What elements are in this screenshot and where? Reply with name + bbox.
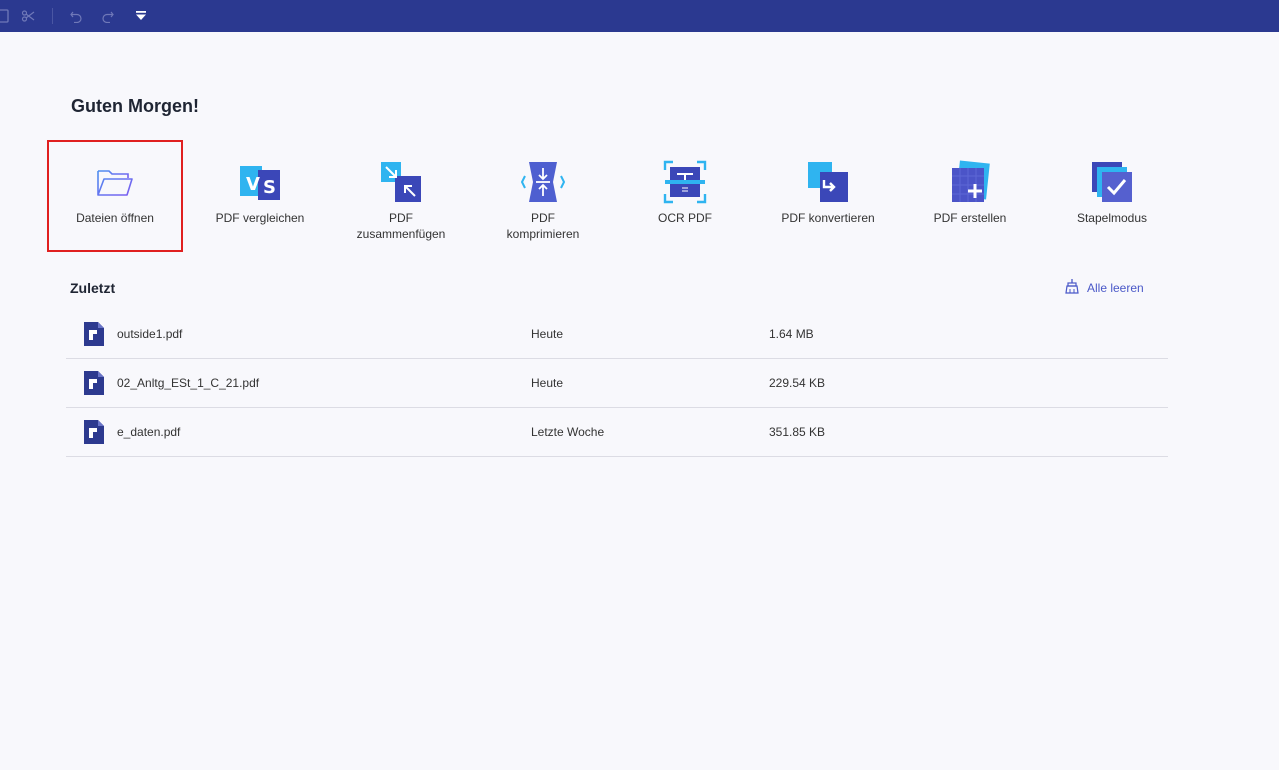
compare-pdf-label: PDF vergleichen [215, 211, 305, 225]
ocr-pdf-button[interactable]: OCR PDF [617, 140, 753, 252]
undo-icon[interactable] [68, 8, 84, 24]
top-toolbar [0, 0, 1279, 32]
open-files-label: Dateien öffnen [76, 211, 154, 225]
convert-pdf-label: PDF konvertieren [781, 211, 875, 225]
compress-icon [521, 160, 565, 204]
table-row[interactable]: 02_Anltg_ESt_1_C_21.pdf Heute 229.54 KB [66, 359, 1168, 408]
pdf-file-icon [84, 371, 104, 400]
table-row[interactable]: e_daten.pdf Letzte Woche 351.85 KB [66, 408, 1168, 457]
broom-icon [1064, 278, 1080, 297]
svg-text:V: V [246, 174, 260, 195]
save-icon[interactable] [0, 8, 10, 24]
batch-stack-icon [1090, 160, 1134, 204]
clear-all-label: Alle leeren [1087, 280, 1144, 295]
compress-pdf-button[interactable]: PDF komprimieren [475, 140, 611, 252]
ocr-scan-icon [663, 160, 707, 204]
compare-vs-icon: V S [238, 160, 282, 204]
batch-mode-button[interactable]: Stapelmodus [1044, 140, 1180, 252]
merge-pdf-button[interactable]: PDF zusammenfügen [333, 140, 469, 252]
file-size: 1.64 MB [769, 327, 814, 341]
compress-pdf-label: PDF komprimieren [506, 211, 580, 241]
ocr-pdf-label: OCR PDF [658, 211, 712, 225]
folder-open-icon [93, 160, 137, 204]
scissors-icon[interactable] [20, 8, 36, 24]
create-pdf-label: PDF erstellen [933, 211, 1007, 225]
file-name: outside1.pdf [117, 327, 183, 341]
create-plus-icon [948, 160, 992, 204]
convert-icon [806, 160, 850, 204]
quick-access-dropdown-icon[interactable] [133, 8, 149, 24]
pdf-file-icon [84, 420, 104, 449]
file-size: 351.85 KB [769, 425, 826, 439]
compare-pdf-button[interactable]: V S PDF vergleichen [192, 140, 328, 252]
file-name: e_daten.pdf [117, 425, 181, 439]
file-date: Heute [531, 376, 564, 390]
file-date: Letzte Woche [531, 425, 605, 439]
open-files-button[interactable]: Dateien öffnen [47, 140, 183, 252]
table-row[interactable]: outside1.pdf Heute 1.64 MB [66, 310, 1168, 359]
toolbar-separator [52, 8, 53, 24]
file-date: Heute [531, 327, 564, 341]
merge-icon [379, 160, 423, 204]
svg-text:S: S [263, 177, 276, 198]
batch-mode-label: Stapelmodus [1076, 211, 1148, 225]
merge-pdf-label: PDF zusammenfügen [356, 211, 446, 241]
redo-icon[interactable] [100, 8, 116, 24]
recent-files-list: outside1.pdf Heute 1.64 MB 02_Anltg_ESt_… [66, 310, 1168, 457]
greeting-title: Guten Morgen! [71, 96, 199, 116]
clear-all-button[interactable]: Alle leeren [1064, 278, 1144, 297]
pdf-file-icon [84, 322, 104, 351]
file-size: 229.54 KB [769, 376, 826, 390]
convert-pdf-button[interactable]: PDF konvertieren [760, 140, 896, 252]
recent-section-title: Zuletzt [70, 280, 116, 296]
file-name: 02_Anltg_ESt_1_C_21.pdf [117, 376, 260, 390]
create-pdf-button[interactable]: PDF erstellen [902, 140, 1038, 252]
